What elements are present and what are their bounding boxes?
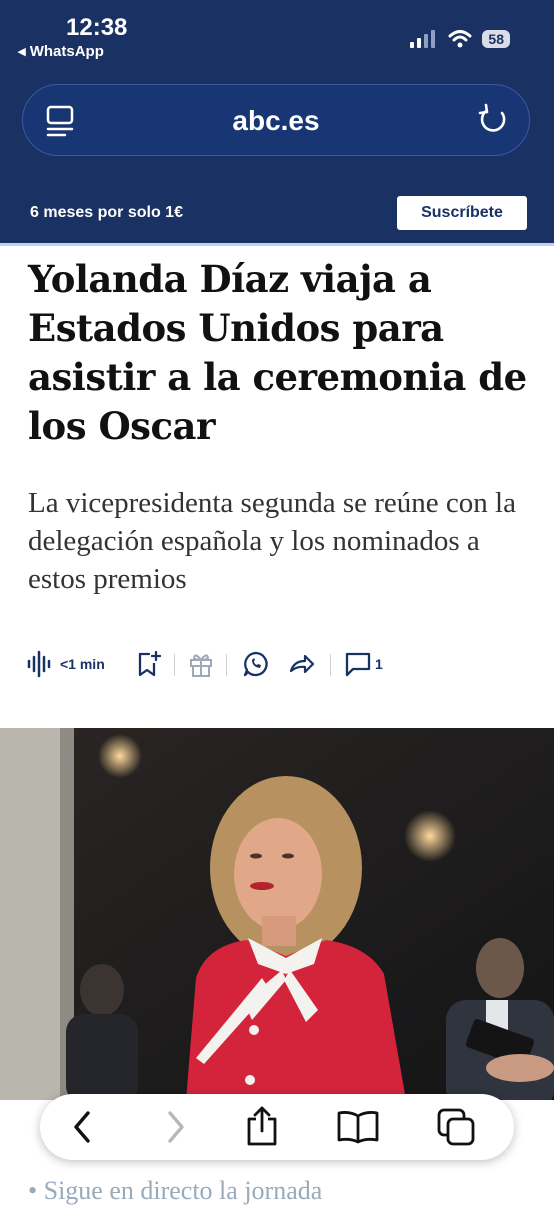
forward-chevron-icon[interactable] xyxy=(160,1109,190,1145)
comments-button[interactable]: 1 xyxy=(344,648,383,680)
toolbar-divider xyxy=(174,654,175,676)
promo-text: 6 meses por solo 1€ xyxy=(30,204,183,221)
url-field[interactable]: abc.es xyxy=(22,84,530,156)
read-time: <1 min xyxy=(60,656,105,672)
article-subheadline: La vicepresidenta segunda se reúne con l… xyxy=(28,487,516,595)
listen-button[interactable]: <1 min xyxy=(26,648,105,680)
promo-banner: 6 meses por solo 1€ Suscríbete xyxy=(0,178,554,246)
url-text: abc.es xyxy=(232,105,320,136)
live-coverage-link[interactable]: • Sigue en directo la jornada xyxy=(28,1176,322,1206)
whatsapp-icon xyxy=(243,651,268,677)
browser-bottom-toolbar xyxy=(40,1094,514,1160)
toolbar-divider xyxy=(330,654,331,676)
gift-article-button[interactable] xyxy=(188,648,214,680)
back-to-app-link[interactable]: ◂ WhatsApp xyxy=(18,42,104,60)
comment-icon xyxy=(345,652,371,677)
status-time: 12:38 xyxy=(66,14,128,41)
audio-waveform-icon xyxy=(27,650,51,678)
article-hero-image[interactable] xyxy=(0,728,554,1100)
signal-icon xyxy=(410,30,436,48)
subscribe-button[interactable]: Suscríbete xyxy=(397,196,527,230)
back-chevron-icon[interactable] xyxy=(68,1109,98,1145)
comment-count: 1 xyxy=(375,656,383,672)
whatsapp-share-button[interactable] xyxy=(242,648,270,680)
status-icons: 58 xyxy=(410,30,510,48)
status-bar: 12:38 ◂ WhatsApp 58 xyxy=(0,0,554,70)
bookmarks-icon[interactable] xyxy=(336,1109,380,1145)
share-arrow-icon xyxy=(289,654,315,674)
article-toolbar: <1 min 1 xyxy=(26,648,526,680)
tabs-icon[interactable] xyxy=(436,1107,476,1147)
gift-icon xyxy=(190,654,212,677)
share-button[interactable] xyxy=(288,648,316,680)
share-icon[interactable] xyxy=(244,1105,280,1147)
battery-indicator: 58 xyxy=(482,30,510,48)
bookmark-add-icon xyxy=(138,650,162,677)
hero-photo xyxy=(0,728,554,1100)
browser-bar: abc.es xyxy=(0,70,554,178)
save-article-button[interactable] xyxy=(136,648,162,680)
article-headline: Yolanda Díaz viaja a Estados Unidos para… xyxy=(28,257,527,448)
reload-icon[interactable] xyxy=(477,103,509,137)
wifi-icon xyxy=(448,30,472,48)
toolbar-divider xyxy=(226,654,227,676)
